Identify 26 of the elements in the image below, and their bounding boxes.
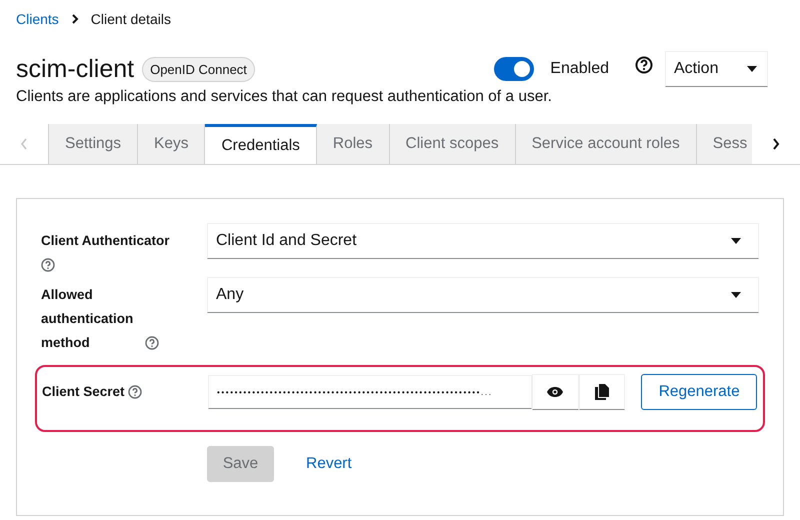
revert-link[interactable]: Revert [306, 455, 352, 473]
enabled-label: Enabled [550, 60, 609, 78]
page-title: scim-client [16, 54, 134, 84]
authenticator-select[interactable]: Client Id and Secret [207, 223, 759, 259]
tab[interactable]: Credentials [205, 124, 317, 164]
page-description: Clients are applications and services that can request authentication of a user. [16, 88, 553, 106]
enabled-switch[interactable] [494, 57, 534, 81]
breadcrumb-link[interactable]: Clients [16, 11, 59, 27]
action-dropdown[interactable]: Action [665, 51, 768, 87]
eye-icon [546, 386, 564, 398]
caret-icon [730, 291, 742, 299]
breadcrumb-current: Client details [90, 11, 171, 27]
regenerate-button[interactable]: Regenerate [641, 374, 757, 410]
caret-icon [746, 65, 758, 73]
caret-icon [730, 237, 742, 245]
help-icon[interactable] [635, 56, 653, 74]
secret-field[interactable]: ••••••••••••••••••••••••••••••••••••••••••••••••••••••••••••... [208, 375, 532, 409]
copy-button[interactable] [578, 374, 626, 410]
field-label: Allowed authentication method [41, 286, 134, 352]
protocol-badge: OpenID Connect [142, 56, 255, 82]
show-secret-button[interactable] [532, 374, 579, 410]
field-label: Client Secret [42, 384, 125, 399]
copy-icon [594, 384, 609, 400]
field-label: Client Authenticator [41, 233, 170, 248]
chevron-right-icon [70, 14, 79, 24]
method-select[interactable]: Any [207, 277, 759, 313]
